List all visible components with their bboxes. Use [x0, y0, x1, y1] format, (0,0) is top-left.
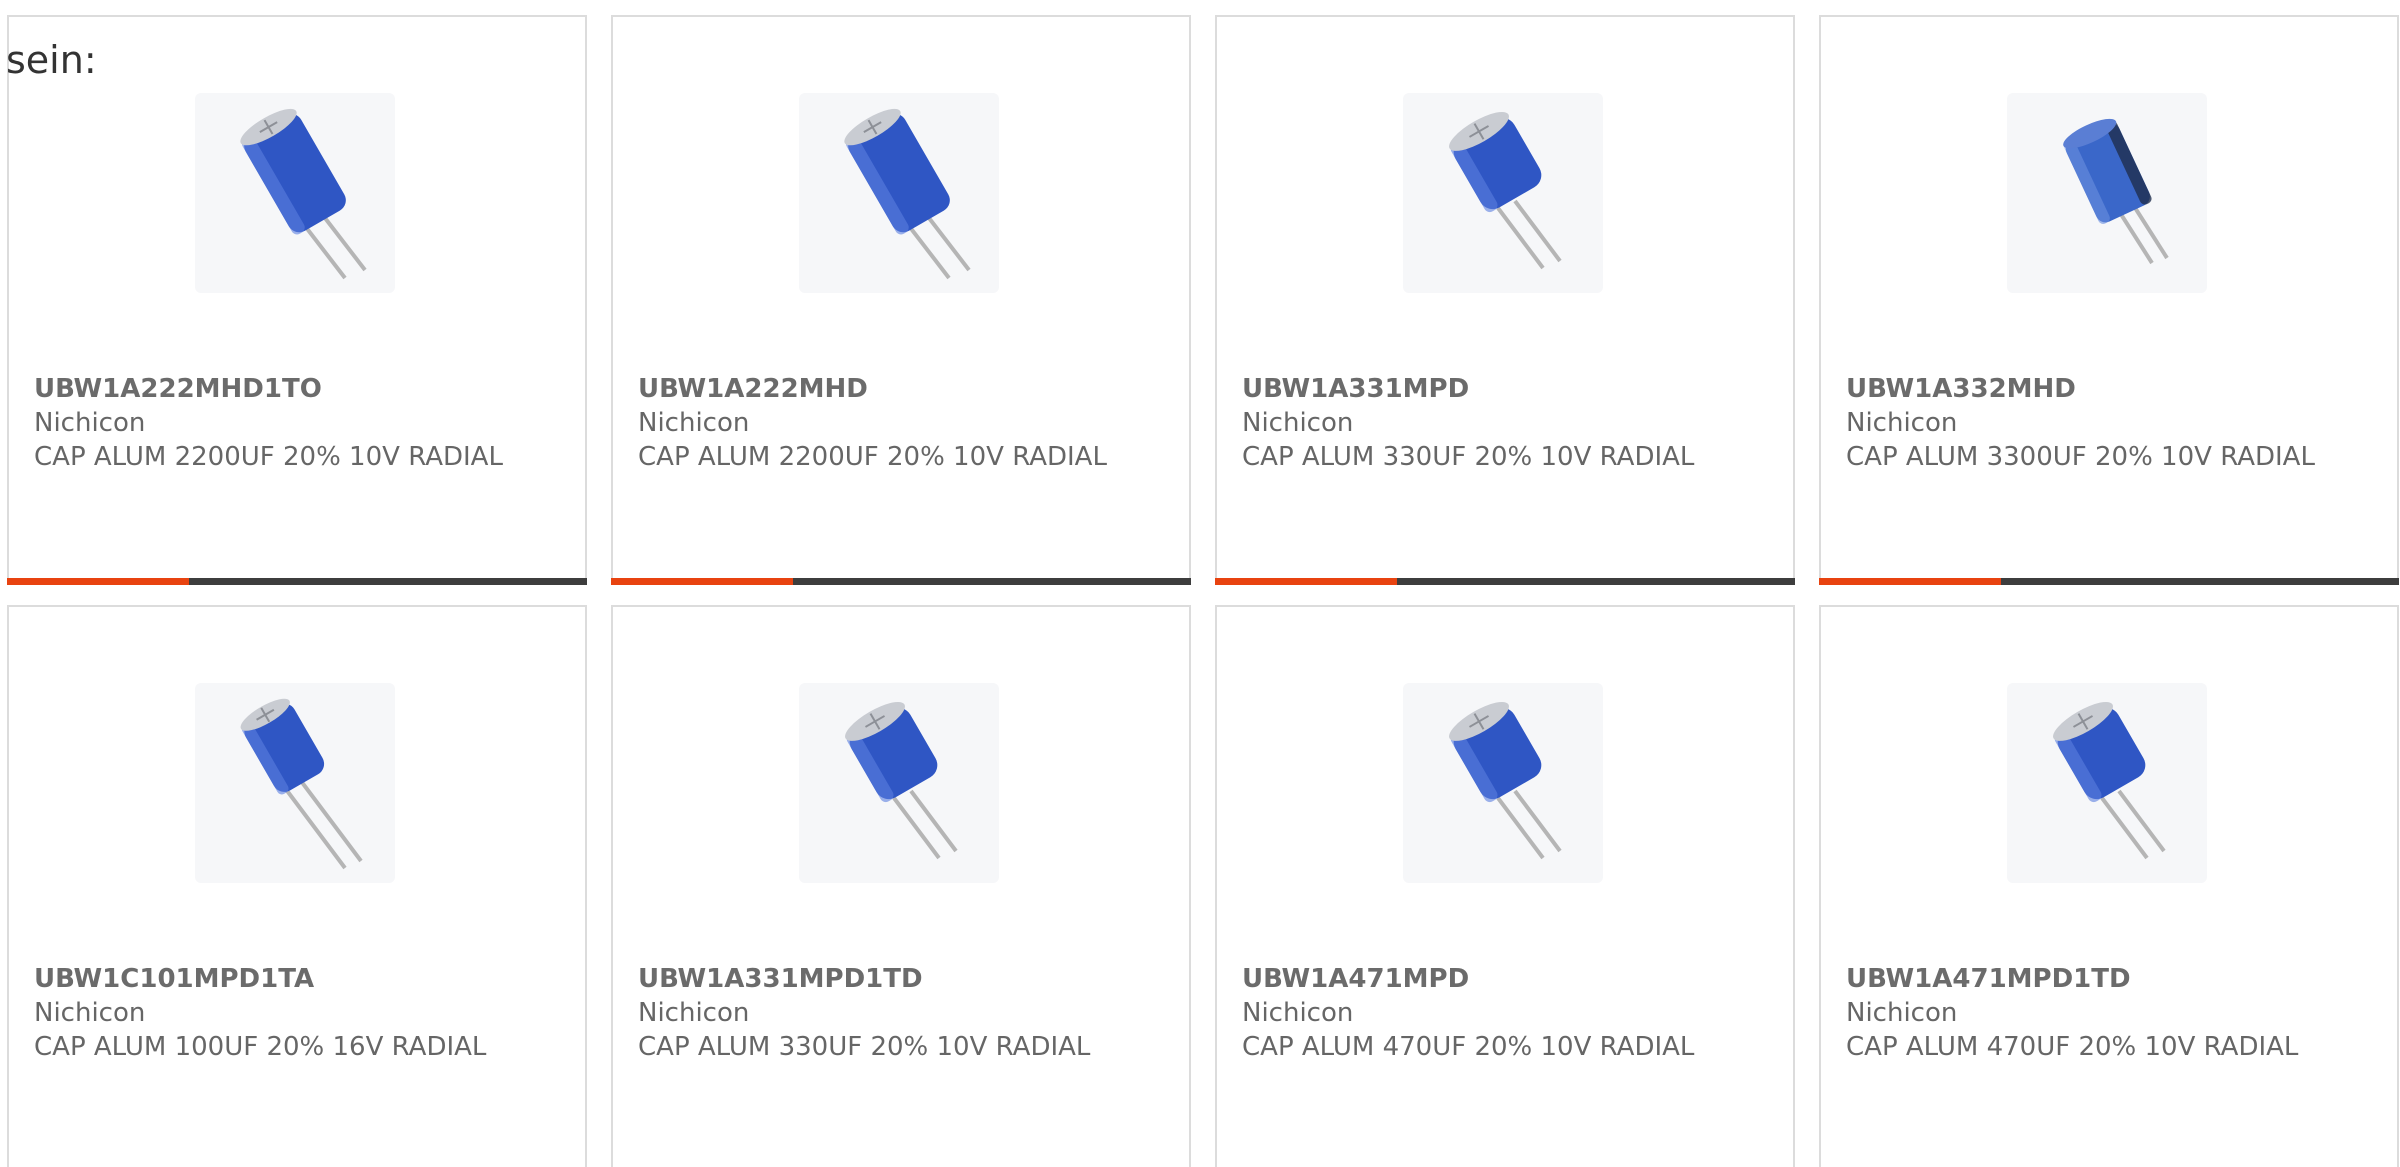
product-listing: sein: UBW1A222MHD1TO Nichicon CAP ALUM 2… [0, 0, 2400, 1167]
manufacturer: Nichicon [638, 408, 750, 438]
card-accent [7, 578, 189, 585]
manufacturer: Nichicon [1242, 998, 1354, 1028]
product-info: UBW1A222MHD1TO Nichicon CAP ALUM 2200UF … [34, 372, 564, 474]
card-bottom-bar [7, 578, 587, 585]
radial-capacitor-icon[interactable] [2007, 93, 2207, 293]
radial-capacitor-icon[interactable] [1403, 93, 1603, 293]
intro-text: sein: [6, 38, 97, 82]
manufacturer: Nichicon [1242, 408, 1354, 438]
part-number[interactable]: UBW1A471MPD [1242, 962, 1772, 996]
product-info: UBW1A471MPD Nichicon CAP ALUM 470UF 20% … [1242, 962, 1772, 1064]
part-number[interactable]: UBW1A222MHD1TO [34, 372, 564, 406]
manufacturer: Nichicon [34, 998, 146, 1028]
part-number[interactable]: UBW1A222MHD [638, 372, 1168, 406]
product-info: UBW1C101MPD1TA Nichicon CAP ALUM 100UF 2… [34, 962, 564, 1064]
manufacturer: Nichicon [1846, 998, 1958, 1028]
part-number[interactable]: UBW1A332MHD [1846, 372, 2376, 406]
product-info: UBW1A331MPD Nichicon CAP ALUM 330UF 20% … [1242, 372, 1772, 474]
radial-capacitor-icon[interactable] [195, 683, 395, 883]
manufacturer: Nichicon [638, 998, 750, 1028]
description: CAP ALUM 330UF 20% 10V RADIAL [638, 1032, 1091, 1062]
description: CAP ALUM 2200UF 20% 10V RADIAL [638, 442, 1107, 472]
part-number[interactable]: UBW1A331MPD [1242, 372, 1772, 406]
product-card[interactable]: UBW1A331MPD1TD Nichicon CAP ALUM 330UF 2… [611, 605, 1191, 1167]
part-number[interactable]: UBW1A471MPD1TD [1846, 962, 2376, 996]
product-info: UBW1A471MPD1TD Nichicon CAP ALUM 470UF 2… [1846, 962, 2376, 1064]
radial-capacitor-icon[interactable] [799, 93, 999, 293]
description: CAP ALUM 3300UF 20% 10V RADIAL [1846, 442, 2315, 472]
product-info: UBW1A222MHD Nichicon CAP ALUM 2200UF 20%… [638, 372, 1168, 474]
description: CAP ALUM 330UF 20% 10V RADIAL [1242, 442, 1695, 472]
manufacturer: Nichicon [1846, 408, 1958, 438]
part-number[interactable]: UBW1A331MPD1TD [638, 962, 1168, 996]
card-bottom-bar [1215, 578, 1795, 585]
product-card[interactable]: UBW1C101MPD1TA Nichicon CAP ALUM 100UF 2… [7, 605, 587, 1167]
description: CAP ALUM 470UF 20% 10V RADIAL [1846, 1032, 2299, 1062]
card-bottom-bar [611, 578, 1191, 585]
part-number[interactable]: UBW1C101MPD1TA [34, 962, 564, 996]
card-bottom-bar [1819, 578, 2399, 585]
product-card[interactable]: UBW1A331MPD Nichicon CAP ALUM 330UF 20% … [1215, 15, 1795, 585]
description: CAP ALUM 470UF 20% 10V RADIAL [1242, 1032, 1695, 1062]
product-card[interactable]: UBW1A222MHD1TO Nichicon CAP ALUM 2200UF … [7, 15, 587, 585]
card-accent [1819, 578, 2001, 585]
manufacturer: Nichicon [34, 408, 146, 438]
card-accent [1215, 578, 1397, 585]
radial-capacitor-icon[interactable] [799, 683, 999, 883]
radial-capacitor-icon[interactable] [2007, 683, 2207, 883]
product-card[interactable]: UBW1A222MHD Nichicon CAP ALUM 2200UF 20%… [611, 15, 1191, 585]
radial-capacitor-icon[interactable] [1403, 683, 1603, 883]
product-card[interactable]: UBW1A471MPD Nichicon CAP ALUM 470UF 20% … [1215, 605, 1795, 1167]
description: CAP ALUM 2200UF 20% 10V RADIAL [34, 442, 503, 472]
product-card[interactable]: UBW1A471MPD1TD Nichicon CAP ALUM 470UF 2… [1819, 605, 2399, 1167]
radial-capacitor-icon[interactable] [195, 93, 395, 293]
product-info: UBW1A332MHD Nichicon CAP ALUM 3300UF 20%… [1846, 372, 2376, 474]
description: CAP ALUM 100UF 20% 16V RADIAL [34, 1032, 487, 1062]
product-info: UBW1A331MPD1TD Nichicon CAP ALUM 330UF 2… [638, 962, 1168, 1064]
card-accent [611, 578, 793, 585]
product-grid: UBW1A222MHD1TO Nichicon CAP ALUM 2200UF … [7, 15, 2400, 1167]
product-card[interactable]: UBW1A332MHD Nichicon CAP ALUM 3300UF 20%… [1819, 15, 2399, 585]
